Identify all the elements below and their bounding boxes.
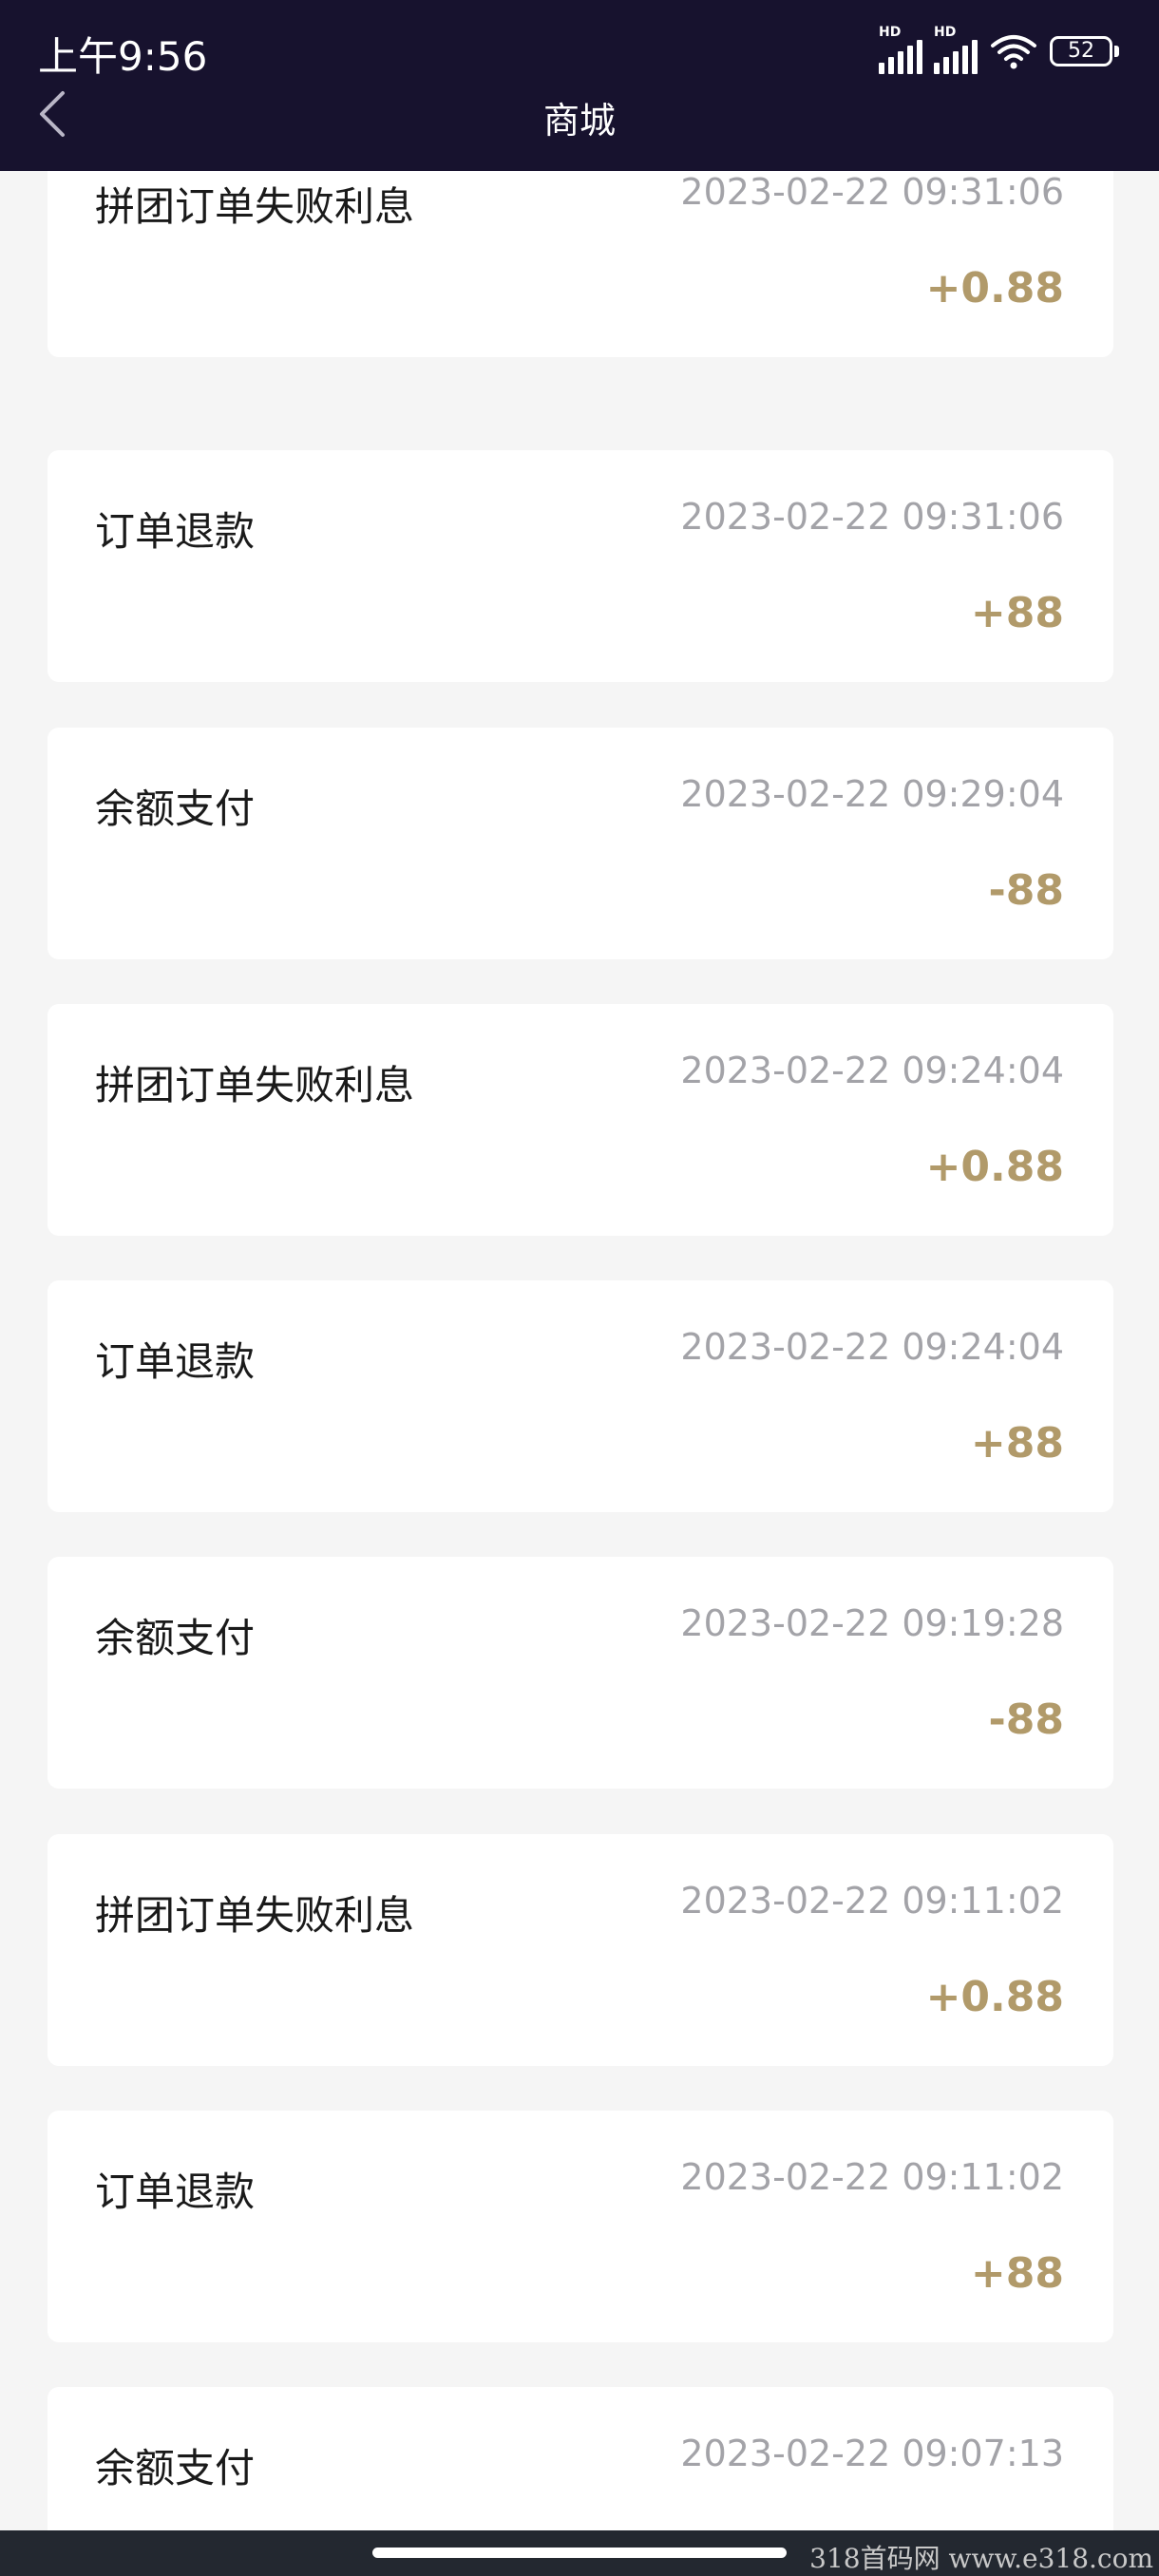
list-item[interactable]: 订单退款 2023-02-22 09:24:04 +88: [48, 1280, 1113, 1512]
list-item[interactable]: 余额支付 2023-02-22 09:19:28 -88: [48, 1557, 1113, 1789]
record-time: 2023-02-22 09:31:06: [680, 171, 1064, 213]
signal-hd-label: HD: [934, 25, 957, 40]
record-title: 拼团订单失败利息: [95, 1062, 415, 1108]
list-item[interactable]: 拼团订单失败利息 2023-02-22 09:11:02 +0.88: [48, 1834, 1113, 2066]
list-item[interactable]: 拼团订单失败利息 2023-02-22 09:31:06 +0.88: [48, 171, 1113, 357]
record-amount: +88: [970, 2249, 1064, 2298]
record-time: 2023-02-22 09:24:04: [680, 1050, 1064, 1091]
watermark-text: 318首码网 www.e318.com: [809, 2543, 1153, 2574]
record-time: 2023-02-22 09:07:13: [680, 2433, 1064, 2474]
record-title: 订单退款: [95, 2169, 256, 2215]
record-amount: +88: [970, 589, 1064, 637]
list-item[interactable]: 订单退款 2023-02-22 09:11:02 +88: [48, 2111, 1113, 2342]
list-item[interactable]: 余额支付 2023-02-22 09:29:04 -88: [48, 728, 1113, 959]
record-title: 订单退款: [95, 1338, 256, 1385]
record-title: 余额支付: [95, 1615, 256, 1661]
balance-record-list[interactable]: 拼团订单失败利息 2023-02-22 09:31:06 +0.88 订单退款 …: [0, 171, 1159, 2530]
record-title: 余额支付: [95, 786, 256, 832]
record-time: 2023-02-22 09:24:04: [680, 1326, 1064, 1368]
record-time: 2023-02-22 09:31:06: [680, 496, 1064, 538]
list-item[interactable]: 拼团订单失败利息 2023-02-22 09:24:04 +0.88: [48, 1004, 1113, 1236]
list-item[interactable]: 订单退款 2023-02-22 09:31:06 +88: [48, 450, 1113, 682]
wifi-icon: [991, 35, 1036, 69]
record-amount: +0.88: [925, 1143, 1064, 1191]
record-time: 2023-02-22 09:11:02: [680, 2156, 1064, 2198]
record-amount: +0.88: [925, 264, 1064, 313]
record-amount: +0.88: [925, 1973, 1064, 2021]
record-title: 拼团订单失败利息: [95, 1892, 415, 1939]
status-icons: HD HD 52: [879, 25, 1119, 74]
battery-icon: 52: [1050, 36, 1119, 66]
page-title: 商城: [542, 100, 616, 142]
record-title: 订单退款: [95, 508, 256, 555]
record-amount: -88: [988, 866, 1065, 915]
battery-level: 52: [1050, 36, 1112, 66]
record-title: 拼团订单失败利息: [95, 183, 415, 230]
record-time: 2023-02-22 09:19:28: [680, 1602, 1064, 1644]
record-amount: -88: [988, 1695, 1065, 1744]
record-amount: +88: [970, 1419, 1064, 1468]
record-time: 2023-02-22 09:29:04: [680, 773, 1064, 815]
signal-icon: HD: [934, 25, 978, 74]
signal-hd-label: HD: [879, 25, 902, 40]
record-title: 余额支付: [95, 2445, 256, 2491]
status-time: 上午9:56: [38, 33, 208, 80]
list-item[interactable]: 余额支付 2023-02-22 09:07:13: [48, 2387, 1113, 2530]
signal-icon: HD: [879, 25, 922, 74]
home-indicator[interactable]: [372, 2548, 787, 2558]
record-time: 2023-02-22 09:11:02: [680, 1880, 1064, 1922]
app-header: 上午9:56 HD HD 52 商城: [0, 0, 1159, 171]
